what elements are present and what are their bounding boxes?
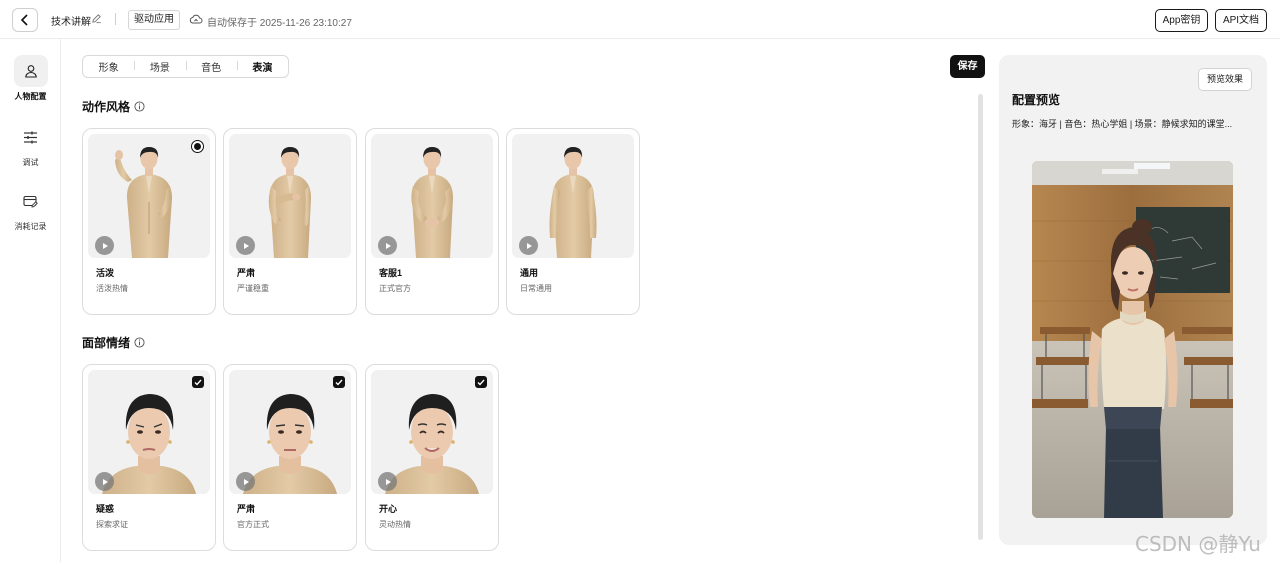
avatar-thumbnail	[229, 134, 351, 258]
header-divider	[115, 13, 116, 25]
face-thumbnail	[371, 370, 493, 494]
preview-config-summary: 形象：海牙 | 音色：热心学姐 | 场景：静候求知的课堂...	[1012, 119, 1233, 129]
sidebar-item-label: 人物配置	[14, 92, 47, 101]
sidebar-item-usage[interactable]: 消耗记录	[0, 185, 61, 232]
play-icon[interactable]	[236, 472, 255, 491]
sidebar-item-label: 调试	[22, 158, 39, 167]
sliders-icon	[24, 131, 37, 143]
face-thumbnail	[88, 370, 210, 494]
chevron-left-icon	[20, 14, 28, 26]
back-button[interactable]	[12, 8, 38, 32]
app-type-tag: 驱动应用	[128, 10, 180, 30]
card-name: 严肃	[237, 268, 256, 278]
face-thumbnail	[229, 370, 351, 494]
sidebar-item-debug[interactable]: 调试	[0, 121, 61, 168]
api-doc-button[interactable]: API文档	[1215, 9, 1267, 32]
play-icon[interactable]	[378, 236, 397, 255]
section-title: 动作风格	[82, 100, 131, 114]
section-title: 面部情绪	[82, 336, 131, 350]
preview-effect-button[interactable]: 预览效果	[1198, 68, 1252, 91]
person-icon	[24, 65, 37, 78]
scrollbar[interactable]	[978, 94, 983, 540]
play-icon[interactable]	[95, 472, 114, 491]
card-name: 客服1	[379, 268, 403, 278]
watermark-text: CSDN @静Yu	[1135, 532, 1261, 556]
emotion-card-happy[interactable]: 开心 灵动热情	[365, 364, 499, 551]
preview-panel: 预览效果 配置预览 形象：海牙 | 音色：热心学姐 | 场景：静候求知的课堂..…	[999, 55, 1267, 545]
card-name: 通用	[520, 268, 539, 278]
top-bar: 技术讲解 驱动应用 自动保存于 2025-11-26 23:10:27 App密…	[0, 0, 1280, 39]
play-icon[interactable]	[95, 236, 114, 255]
emotion-card-serious[interactable]: 严肃 官方正式	[223, 364, 357, 551]
sidebar-item-character[interactable]: 人物配置	[0, 55, 61, 102]
avatar-preview-image	[1032, 161, 1233, 518]
card-desc: 活泼热情	[96, 284, 128, 293]
emotion-card-doubt[interactable]: 疑惑 探索求证	[82, 364, 216, 551]
tab-voice[interactable]: 音色	[185, 59, 237, 74]
card-name: 活泼	[96, 268, 115, 278]
play-icon[interactable]	[378, 472, 397, 491]
sidebar-item-label: 消耗记录	[14, 222, 47, 231]
tab-scene[interactable]: 场景	[134, 59, 185, 74]
motion-style-heading: 动作风格	[82, 98, 145, 115]
motion-card-general[interactable]: 通用 日常通用	[506, 128, 640, 315]
avatar-thumbnail	[371, 134, 493, 258]
autosave-status: 自动保存于 2025-11-26 23:10:27	[207, 18, 352, 29]
card-desc: 正式官方	[379, 284, 411, 293]
save-button[interactable]: 保存	[950, 55, 985, 78]
play-icon[interactable]	[519, 236, 538, 255]
app-key-button[interactable]: App密钥	[1155, 9, 1208, 32]
checkbox-checked-icon[interactable]	[475, 376, 487, 388]
card-edit-icon	[23, 195, 38, 208]
card-name: 严肃	[237, 504, 256, 514]
sidebar: 人物配置 调试 消耗记录	[0, 39, 61, 562]
motion-card-service[interactable]: 客服1 正式官方	[365, 128, 499, 315]
card-desc: 严谨稳重	[237, 284, 269, 293]
card-desc: 灵动热情	[379, 520, 411, 529]
card-desc: 官方正式	[237, 520, 269, 529]
app-name: 技术讲解	[51, 17, 91, 28]
motion-card-serious[interactable]: 严肃 严谨稳重	[223, 128, 357, 315]
motion-card-lively[interactable]: 活泼 活泼热情	[82, 128, 216, 315]
avatar-thumbnail	[88, 134, 210, 258]
card-desc: 探索求证	[96, 520, 128, 529]
card-name: 开心	[379, 504, 398, 514]
config-tabs: 形象 场景 音色 表演	[82, 55, 289, 78]
checkbox-checked-icon[interactable]	[192, 376, 204, 388]
radio-selected-icon[interactable]	[191, 140, 204, 153]
preview-title: 配置预览	[1012, 93, 1061, 107]
info-icon[interactable]	[134, 337, 145, 348]
edit-icon[interactable]	[91, 13, 102, 24]
card-name: 疑惑	[96, 504, 115, 514]
card-desc: 日常通用	[520, 284, 552, 293]
facial-emotion-heading: 面部情绪	[82, 334, 145, 351]
tab-performance[interactable]: 表演	[236, 59, 288, 74]
info-icon[interactable]	[134, 101, 145, 112]
play-icon[interactable]	[236, 236, 255, 255]
tab-appearance[interactable]: 形象	[83, 59, 134, 74]
avatar-thumbnail	[512, 134, 634, 258]
checkbox-checked-icon[interactable]	[333, 376, 345, 388]
cloud-icon	[189, 14, 203, 24]
